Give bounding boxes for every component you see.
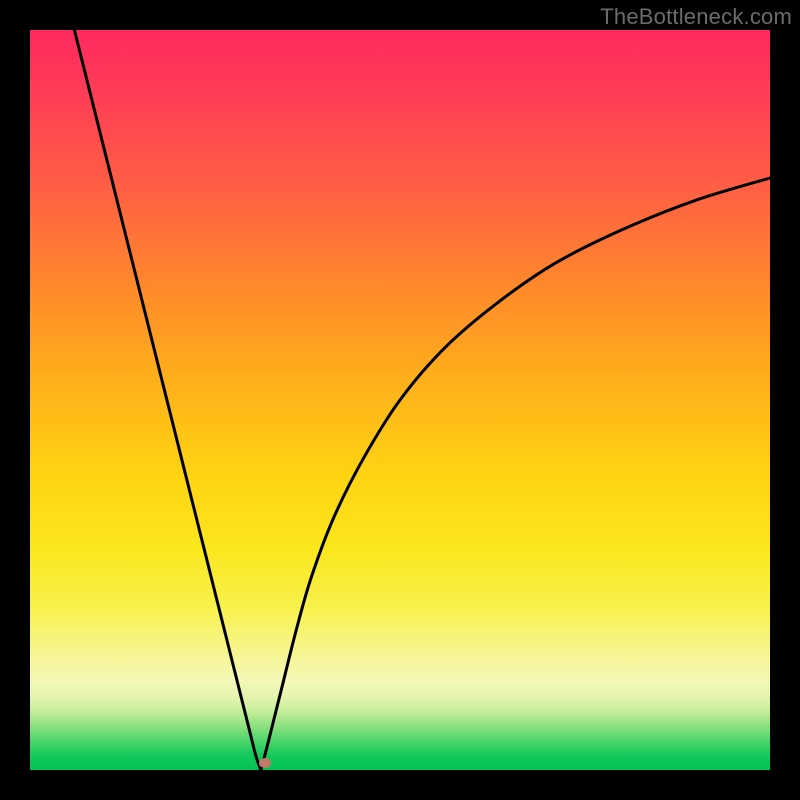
bottleneck-curve (30, 30, 770, 770)
curve-right-branch (261, 178, 770, 770)
watermark-text: TheBottleneck.com (600, 4, 792, 30)
minimum-marker (259, 758, 271, 768)
plot-area (30, 30, 770, 770)
chart-frame: TheBottleneck.com (0, 0, 800, 800)
curve-left-branch (74, 30, 260, 770)
